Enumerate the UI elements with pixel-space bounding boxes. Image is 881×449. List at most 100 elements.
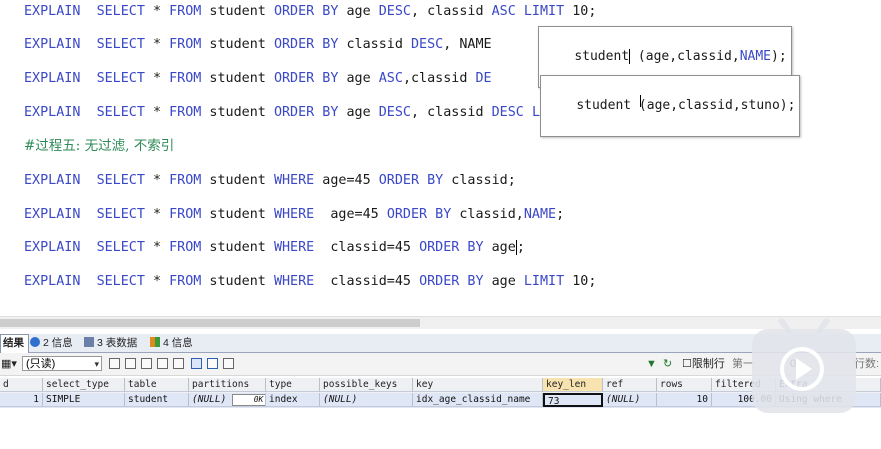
sql-text: , NAME [443, 37, 492, 52]
tooltip-columns: (age,classid, [630, 49, 740, 64]
sql-editor[interactable]: EXPLAIN SELECT * FROM student ORDER BY a… [0, 0, 881, 316]
copy-icon[interactable] [109, 358, 120, 369]
sql-text: * [144, 207, 170, 222]
form-view-icon[interactable] [207, 358, 218, 369]
sql-keyword: SELECT [96, 207, 145, 222]
table-cell[interactable]: (NULL) [320, 393, 413, 407]
sql-keyword: NAME [523, 207, 557, 222]
column-header[interactable]: type [266, 378, 320, 392]
sql-keyword: FROM [169, 71, 202, 86]
cell-value: (NULL) [323, 394, 358, 405]
sql-keyword: LIMIT [523, 274, 565, 289]
sql-text: ,classid [402, 71, 476, 86]
sql-text: age [338, 105, 379, 120]
sql-keyword: SELECT [96, 4, 145, 19]
table-cell[interactable]: 10 [657, 393, 712, 407]
column-header[interactable]: select_type [43, 378, 125, 392]
filter-icon[interactable]: ▼ [646, 356, 657, 372]
code-line: EXPLAIN SELECT * FROM student ORDER BY a… [24, 69, 492, 89]
code-line: EXPLAIN SELECT * FROM student WHERE age=… [24, 205, 564, 225]
table-cell[interactable]: 73 [543, 393, 603, 407]
sql-keyword: EXPLAIN [24, 240, 81, 255]
tooltip-keyword: NAME [739, 49, 771, 64]
sql-keyword: ORDER BY [386, 207, 452, 222]
chart-icon [150, 337, 160, 347]
sql-keyword: FROM [169, 274, 202, 289]
sql-text: student [201, 4, 274, 19]
table-cell[interactable]: SIMPLE [43, 393, 125, 407]
refresh-icon[interactable] [173, 358, 184, 369]
table-icon [84, 337, 94, 347]
sql-keyword: EXPLAIN [24, 71, 81, 86]
sql-text: age=45 [314, 173, 379, 188]
cell-value: 10 [696, 394, 708, 405]
sql-keyword: FROM [169, 37, 202, 52]
grid-view-icon[interactable] [191, 358, 202, 369]
editor-horizontal-scrollbar[interactable] [0, 316, 881, 329]
cell-value: idx_age_classid_name [416, 394, 531, 405]
column-header[interactable]: key [413, 378, 543, 392]
sql-keyword: SELECT [96, 71, 145, 86]
sql-text: * [144, 173, 170, 188]
column-header[interactable]: key_len [543, 378, 603, 392]
sql-keyword: SELECT [96, 274, 145, 289]
sql-keyword: ORDER BY [419, 274, 484, 289]
code-line: EXPLAIN SELECT * FROM student WHERE clas… [24, 238, 525, 258]
table-cell[interactable]: index [266, 393, 320, 407]
table-cell[interactable]: student [125, 393, 189, 407]
code-line: EXPLAIN SELECT * FROM student ORDER BY a… [24, 103, 605, 123]
column-header[interactable]: rows [657, 378, 712, 392]
grid-menu-icon[interactable]: ▦▾ [1, 356, 17, 372]
code-comment: #过程五: 无过滤, 不索引 [24, 138, 175, 154]
column-header[interactable]: possible_keys [320, 378, 413, 392]
result-toolbar: ▦▾ (只读) ▾ ▼ ↻ ☐限制行 第一 0 行数: [0, 353, 881, 376]
info-icon [30, 337, 40, 347]
tab-info-4[interactable]: 4 信息 [148, 335, 197, 351]
text-view-icon[interactable] [223, 358, 234, 369]
limit-label: 限制行 [691, 358, 725, 370]
play-icon[interactable] [796, 358, 812, 380]
column-header[interactable]: d [0, 378, 43, 392]
table-cell[interactable]: 1 [0, 393, 43, 407]
cell-value: student [128, 394, 169, 405]
tab-table-data[interactable]: 3 表数据 [82, 335, 141, 351]
sql-keyword: WHERE [273, 240, 315, 255]
reload-icon[interactable]: ↻ [663, 356, 672, 372]
column-header[interactable]: ref [603, 378, 657, 392]
scrollbar-thumb[interactable] [0, 319, 420, 327]
limit-checkbox[interactable]: ☐限制行 [682, 356, 725, 372]
table-row[interactable]: 1 SIMPLE student (NULL) 0K index (NULL) idx_age… [0, 393, 881, 408]
sql-keyword: FROM [169, 4, 202, 19]
sql-text: * [144, 240, 170, 255]
column-header[interactable]: table [125, 378, 189, 392]
cell-value: (NULL) [606, 394, 641, 405]
sql-text: * [144, 4, 170, 19]
save-icon[interactable] [141, 358, 152, 369]
sql-text: 10; [564, 4, 597, 19]
mode-select-value: (只读) [26, 358, 56, 370]
table-cell[interactable]: (NULL) [603, 393, 657, 407]
export-icon[interactable] [125, 358, 136, 369]
sql-text: student [201, 71, 274, 86]
delete-icon[interactable] [157, 358, 168, 369]
sql-text: classid=45 [314, 240, 420, 255]
sql-keyword: ORDER BY [419, 240, 484, 255]
rows-label: 行数: [854, 358, 880, 370]
sql-text: classid; [443, 173, 516, 188]
table-cell[interactable]: idx_age_classid_name [413, 393, 543, 407]
sql-text: classid [338, 37, 411, 52]
tab-label: 4 信息 [163, 337, 193, 349]
sql-keyword: WHERE [273, 274, 315, 289]
video-play-overlay[interactable] [752, 316, 856, 413]
tab-result[interactable]: 结果 [0, 334, 29, 353]
sql-text: classid, [451, 207, 524, 222]
tab-info-2[interactable]: 2 信息 [28, 335, 77, 351]
mode-select[interactable]: (只读) ▾ [22, 356, 102, 371]
sql-keyword: EXPLAIN [24, 37, 81, 52]
column-header[interactable]: partitions [189, 378, 266, 392]
result-grid: d select_type table partitions type possible_… [0, 376, 881, 408]
sql-keyword: EXPLAIN [24, 207, 81, 222]
table-cell[interactable]: (NULL) 0K [189, 393, 266, 407]
